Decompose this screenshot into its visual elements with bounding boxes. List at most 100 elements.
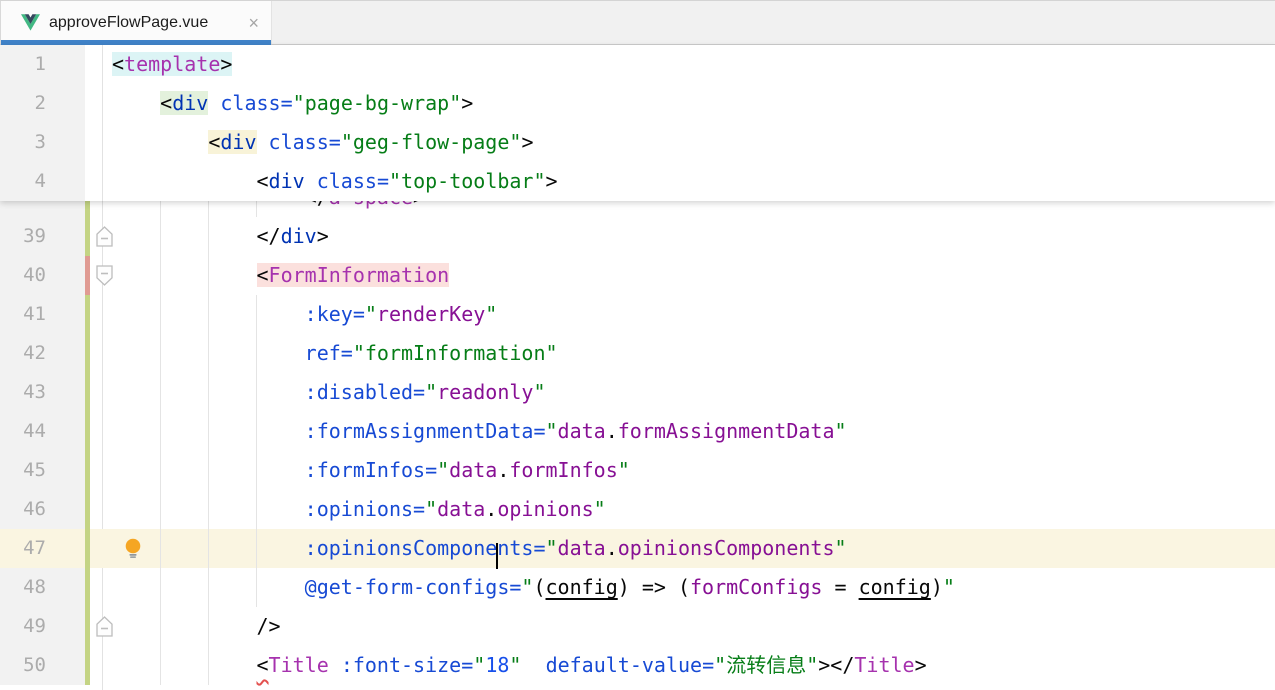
code-editor[interactable]: 1<template>2 <div class="page-bg-wrap">3…	[0, 45, 1275, 690]
code-token: 流转信息	[726, 653, 806, 677]
code-token: (	[533, 575, 545, 599]
code-line[interactable]: 48 @get-form-configs="(config) => (formC…	[0, 568, 1275, 607]
code-line[interactable]: 3 <div class="geg-flow-page">	[0, 123, 1275, 162]
line-number: 49	[0, 607, 85, 646]
vcs-change-bar	[85, 607, 90, 646]
code-token: :formInfos	[305, 458, 425, 482]
close-icon[interactable]: ×	[248, 14, 259, 32]
fold-marker-icon[interactable]	[96, 616, 113, 637]
code-token	[112, 419, 305, 443]
code-line-content[interactable]: @get-form-configs="(config) => (formConf…	[112, 568, 955, 607]
code-line-content[interactable]: <div class="top-toolbar">	[112, 162, 558, 201]
code-line-content[interactable]: <div class="geg-flow-page">	[112, 123, 533, 162]
code-line-content[interactable]: :disabled="readonly"	[112, 373, 546, 412]
code-token: <	[257, 169, 269, 193]
code-token: :formAssignmentData	[305, 419, 534, 443]
code-line[interactable]: 1 <template>	[0, 45, 1275, 84]
tab-approveflowpage[interactable]: approveFlowPage.vue ×	[0, 1, 272, 44]
code-line-content[interactable]: </div>	[112, 217, 329, 256]
code-token: =	[822, 575, 858, 599]
code-token: =	[425, 458, 437, 482]
line-number: 3	[0, 123, 85, 162]
code-token: "	[714, 653, 726, 677]
code-token: <	[160, 91, 172, 115]
code-token	[305, 169, 317, 193]
code-token: "	[533, 380, 545, 404]
code-line[interactable]: 44 :formAssignmentData="data.formAssignm…	[0, 412, 1275, 451]
code-token: formInfos	[509, 458, 617, 482]
code-line[interactable]: </a-space>	[0, 201, 1275, 217]
line-number: 2	[0, 84, 85, 123]
code-line[interactable]: 50 <Title :font-size="18" default-value=…	[0, 646, 1275, 685]
line-number: 1	[0, 45, 85, 84]
sticky-lines-panel: 1<template>2 <div class="page-bg-wrap">3…	[0, 45, 1275, 201]
code-token: div	[269, 169, 305, 193]
code-token: >	[546, 169, 558, 193]
line-number: 41	[0, 295, 85, 334]
code-token	[112, 263, 257, 287]
vcs-change-bar	[85, 373, 90, 412]
code-token: opinions	[497, 497, 593, 521]
code-token: (	[678, 575, 690, 599]
vcs-change-bar	[85, 490, 90, 529]
code-token: <	[257, 653, 269, 677]
code-line[interactable]: 4 <div class="top-toolbar">	[0, 162, 1275, 201]
line-number: 43	[0, 373, 85, 412]
code-line-content[interactable]: :opinionsComponents="data.opinionsCompon…	[112, 529, 847, 568]
code-token: data	[437, 497, 485, 521]
vcs-change-bar	[85, 646, 90, 685]
code-token: formConfigs	[690, 575, 822, 599]
code-token: ref	[305, 341, 341, 365]
code-token: =	[702, 653, 714, 677]
code-line[interactable]: 42 ref="formInformation"	[0, 334, 1275, 373]
code-token: .	[485, 497, 497, 521]
code-line-content[interactable]: />	[112, 607, 281, 646]
code-token	[208, 91, 220, 115]
code-token: </	[257, 224, 281, 248]
fold-marker-icon[interactable]	[96, 265, 113, 286]
code-line-content[interactable]: <div class="page-bg-wrap">	[112, 84, 473, 123]
code-token: "	[509, 653, 521, 677]
code-line-content[interactable]: <template>	[112, 45, 232, 84]
code-token: "geg-flow-page"	[341, 130, 522, 154]
code-line-content[interactable]: :key="renderKey"	[112, 295, 497, 334]
code-line[interactable]: 46 :opinions="data.opinions"	[0, 490, 1275, 529]
code-token	[257, 130, 269, 154]
code-line-content[interactable]: <FormInformation	[112, 256, 449, 295]
code-token: =	[329, 130, 341, 154]
code-line-content[interactable]: </a-space>	[112, 201, 425, 217]
code-line[interactable]: 2 <div class="page-bg-wrap">	[0, 84, 1275, 123]
code-line[interactable]: 49 />	[0, 607, 1275, 646]
code-line-content[interactable]: :formAssignmentData="data.formAssignment…	[112, 412, 847, 451]
line-number	[0, 201, 85, 217]
code-line[interactable]: 40 <FormInformation	[0, 256, 1275, 295]
code-token: =	[509, 575, 521, 599]
code-token: =	[413, 497, 425, 521]
code-line[interactable]: 47 :opinionsComponents="data.opinionsCom…	[0, 529, 1275, 568]
code-token	[329, 653, 341, 677]
code-line[interactable]: 41 :key="renderKey"	[0, 295, 1275, 334]
code-line-content[interactable]: :formInfos="data.formInfos"	[112, 451, 630, 490]
code-line[interactable]: 39 </div>	[0, 217, 1275, 256]
code-token: </	[830, 653, 854, 677]
code-token: <	[257, 263, 269, 287]
code-token	[112, 497, 305, 521]
code-token: .	[606, 536, 618, 560]
code-token: data	[558, 419, 606, 443]
code-token: "top-toolbar"	[389, 169, 546, 193]
code-token: =	[413, 380, 425, 404]
code-line-content[interactable]: :opinions="data.opinions"	[112, 490, 606, 529]
line-number: 45	[0, 451, 85, 490]
code-token: >	[915, 653, 927, 677]
line-number: 46	[0, 490, 85, 529]
code-line-content[interactable]: ref="formInformation"	[112, 334, 558, 373]
code-token: "	[806, 653, 818, 677]
code-token	[112, 130, 208, 154]
fold-marker-icon[interactable]	[96, 226, 113, 247]
code-token: =	[341, 341, 353, 365]
code-line-content[interactable]: <Title :font-size="18" default-value="流转…	[112, 646, 927, 685]
partially-scrolled-line: </a-space>	[0, 201, 1275, 217]
code-line[interactable]: 43 :disabled="readonly"	[0, 373, 1275, 412]
code-line[interactable]: 45 :formInfos="data.formInfos"	[0, 451, 1275, 490]
code-lines-area[interactable]: 39 </div>40 <FormInformation41 :key="ren…	[0, 217, 1275, 685]
